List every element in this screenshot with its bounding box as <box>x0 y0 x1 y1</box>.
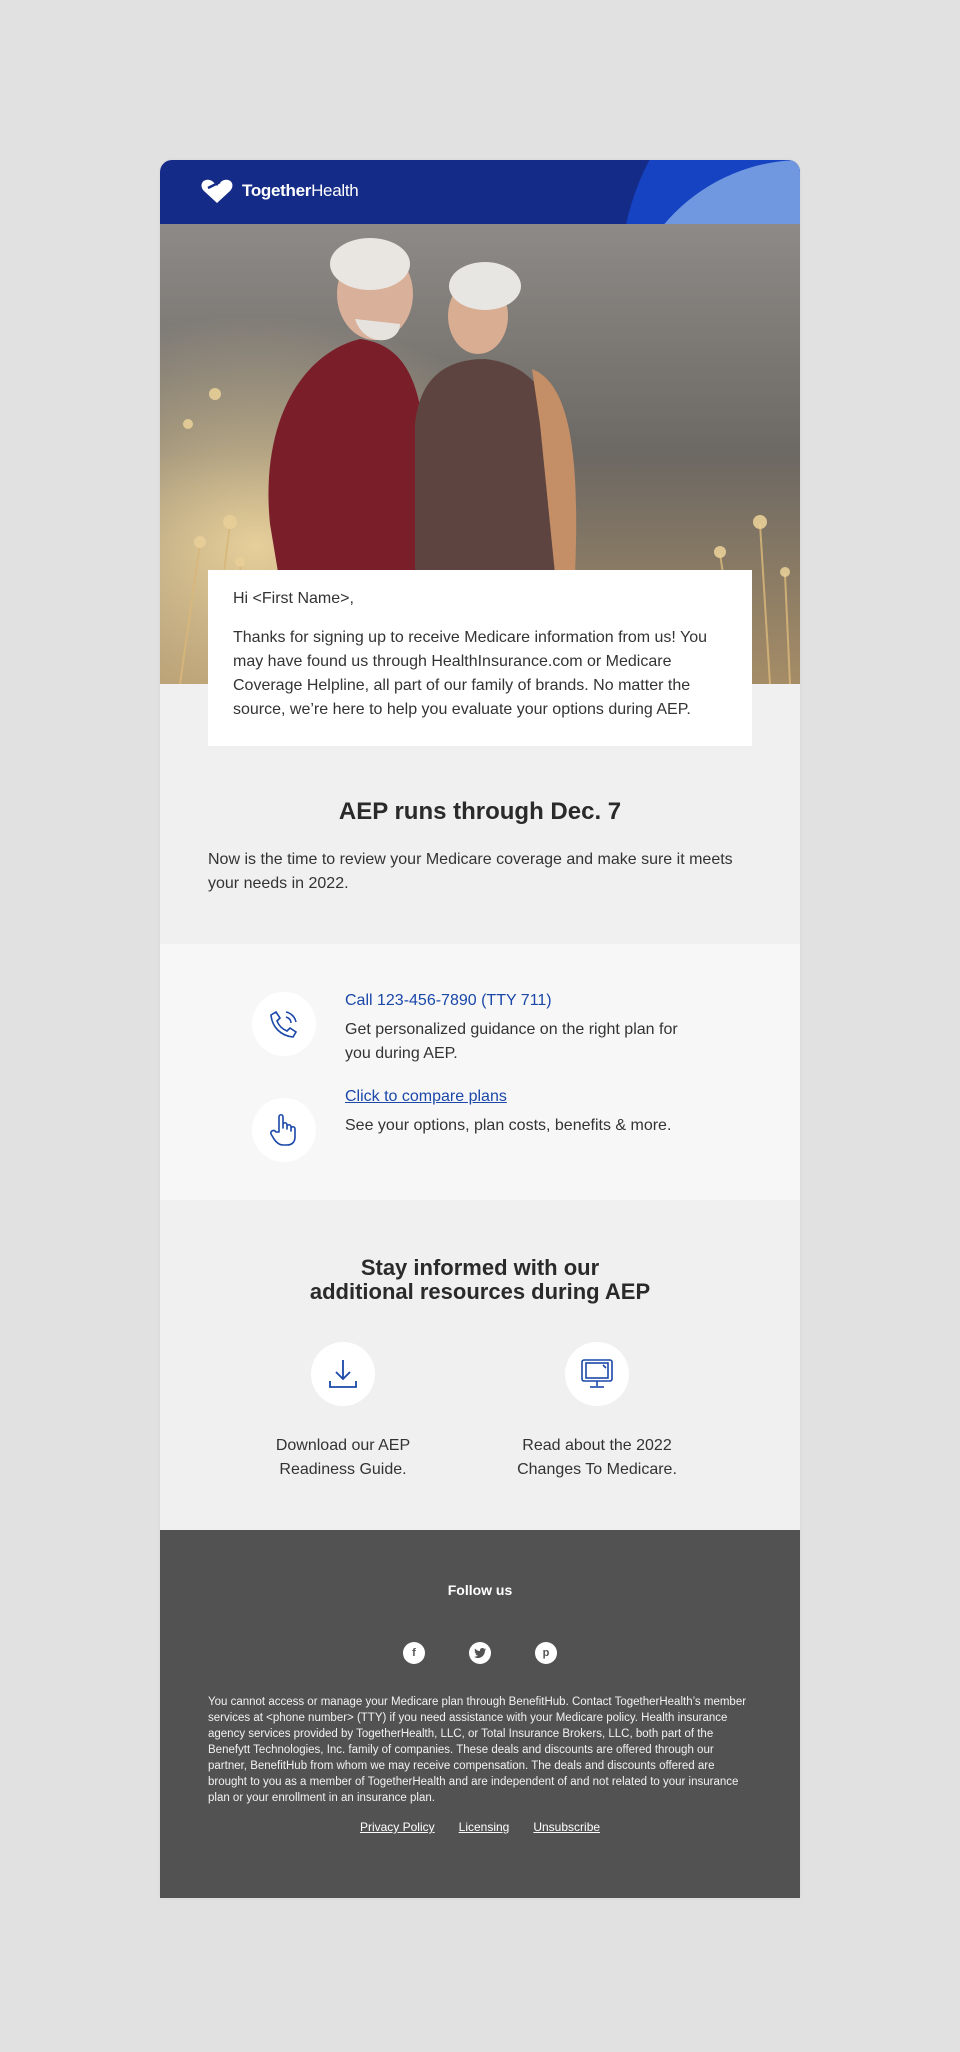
social-links: f p <box>160 1642 800 1664</box>
download-icon <box>311 1342 375 1406</box>
email-footer: Follow us f p You cannot access or manag… <box>160 1530 800 1898</box>
resources-section: Stay informed with our additional resour… <box>160 1200 800 1530</box>
aep-title: AEP runs through Dec. 7 <box>338 798 622 825</box>
licensing-link[interactable]: Licensing <box>459 1820 510 1834</box>
aep-body: Now is the time to review your Medicare … <box>208 851 733 892</box>
monitor-icon <box>565 1342 629 1406</box>
logo-text: TogetherHealth <box>242 181 359 200</box>
footer-links: Privacy Policy Licensing Unsubscribe <box>160 1820 800 1834</box>
greeting-salutation: Hi <First Name>, <box>233 590 354 607</box>
facebook-icon[interactable]: f <box>403 1642 425 1664</box>
compare-description: See your options, plan costs, benefits &… <box>345 1117 672 1134</box>
aep-section: AEP runs through Dec. 7 Now is the time … <box>160 684 800 952</box>
download-guide-label: Download our AEP Readiness Guide. <box>275 1437 411 1478</box>
pinterest-icon[interactable]: p <box>535 1642 557 1664</box>
pointer-hand-icon <box>252 1098 316 1162</box>
read-changes-label: Read about the 2022 Changes To Medicare. <box>517 1437 677 1478</box>
privacy-policy-link[interactable]: Privacy Policy <box>360 1820 435 1834</box>
compare-plans-link[interactable]: Click to compare plans <box>345 1088 507 1106</box>
resources-title: Stay informed with our additional resour… <box>309 1255 651 1304</box>
phone-icon <box>252 992 316 1056</box>
unsubscribe-link[interactable]: Unsubscribe <box>533 1820 600 1834</box>
togetherhealth-logo[interactable]: TogetherHealth <box>200 178 359 204</box>
call-link[interactable]: Call 123-456-7890 (TTY 711) <box>345 992 552 1010</box>
contact-section: Call 123-456-7890 (TTY 711) Get personal… <box>160 944 800 1200</box>
twitter-icon[interactable] <box>469 1642 491 1664</box>
heart-logo-icon <box>201 179 233 203</box>
footer-disclaimer: You cannot access or manage your Medicar… <box>208 1696 747 1804</box>
follow-us-heading: Follow us <box>447 1582 513 1598</box>
email-container: TogetherHealth Hi <First Name>, Thanks f… <box>160 160 800 1898</box>
email-header: TogetherHealth <box>160 160 800 224</box>
call-description: Get personalized guidance on the right p… <box>345 1021 678 1062</box>
